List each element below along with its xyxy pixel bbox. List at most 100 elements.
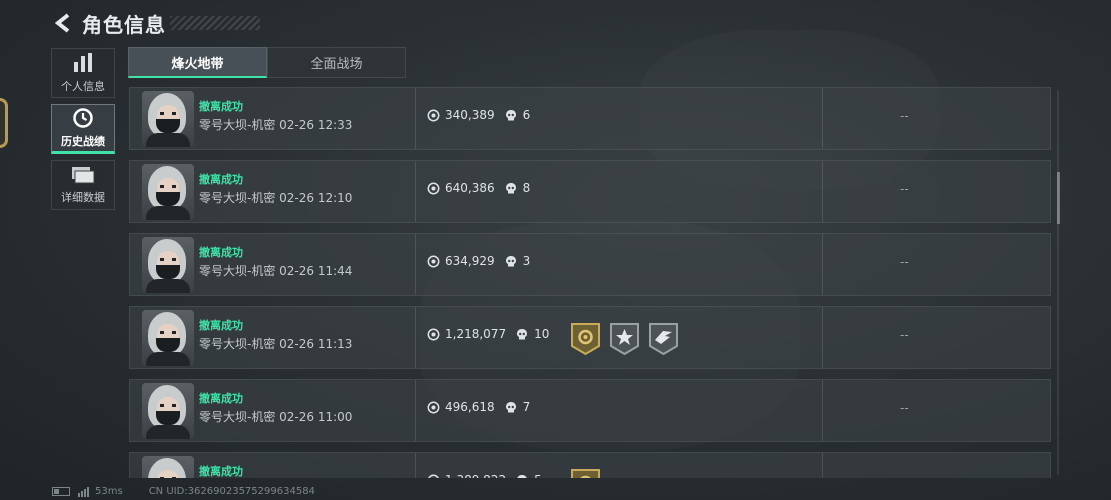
tab-operations[interactable]: 烽火地带 <box>128 47 267 78</box>
page-header: 角色信息 <box>52 8 260 38</box>
value-text: 1,389,822 <box>445 473 506 478</box>
column-divider <box>822 380 823 441</box>
column-divider <box>415 453 416 478</box>
avatar <box>142 456 194 478</box>
status-text: 撤离成功 <box>199 465 243 478</box>
scrollbar-thumb[interactable] <box>1057 172 1060 224</box>
column-divider <box>415 88 416 149</box>
column-divider <box>822 307 823 368</box>
scrollbar-track[interactable] <box>1057 90 1059 475</box>
coin-icon <box>427 109 440 121</box>
kill-count: 3 <box>505 254 531 268</box>
ping-text: 53ms <box>95 486 123 497</box>
extra-value: -- <box>900 182 909 196</box>
tab-warfare[interactable]: 全面战场 <box>267 47 406 78</box>
battery-icon <box>52 487 70 496</box>
avatar <box>142 310 194 366</box>
silver-star-medal-icon[interactable] <box>609 322 640 356</box>
status-text: 撤离成功 <box>199 100 243 113</box>
extra-value: -- <box>900 255 909 269</box>
kills-text: 10 <box>534 327 550 341</box>
record-row[interactable]: 撤离成功 零号大坝-机密 02-26 11:00 496,618 7 -- <box>129 379 1051 442</box>
skull-icon <box>505 401 516 412</box>
status-footer: 53ms CN UID:36269023575299634584 <box>52 486 315 497</box>
value-text: 1,218,077 <box>445 327 507 341</box>
silver-wings-medal-icon[interactable] <box>648 322 679 356</box>
status-text: 撤离成功 <box>199 319 243 332</box>
record-row[interactable]: 撤离成功 1,389,822 5 -- <box>129 452 1051 478</box>
column-divider <box>822 453 823 478</box>
skull-icon <box>517 474 527 478</box>
loot-value: 1,389,822 5 <box>427 473 542 478</box>
map-and-time: 零号大坝-机密 02-26 11:44 <box>199 264 353 278</box>
loot-value: 640,386 8 <box>427 181 530 195</box>
coin-icon <box>427 474 440 478</box>
record-row[interactable]: 撤离成功 零号大坝-机密 02-26 12:33 340,389 6 -- <box>129 87 1051 150</box>
kill-count: 10 <box>516 327 549 341</box>
sidebar-item-details[interactable]: 详细数据 <box>51 160 115 210</box>
loot-value: 496,618 7 <box>427 400 530 414</box>
history-clock-icon <box>73 108 93 128</box>
sidebar-item-personal-info[interactable]: 个人信息 <box>51 48 115 98</box>
value-text: 496,618 <box>445 400 495 414</box>
extra-value: -- <box>900 401 909 415</box>
gold-medal-icon[interactable] <box>570 322 601 356</box>
kill-count: 7 <box>505 400 531 414</box>
match-history-list: 撤离成功 零号大坝-机密 02-26 12:33 340,389 6 -- 撤离… <box>129 87 1052 478</box>
column-divider <box>415 161 416 222</box>
kills-text: 8 <box>522 181 531 195</box>
loot-value: 634,929 3 <box>427 254 530 268</box>
avatar <box>142 91 194 147</box>
mode-tabs: 烽火地带 全面战场 <box>128 47 406 78</box>
column-divider <box>415 307 416 368</box>
kills-text: 6 <box>522 108 531 122</box>
column-divider <box>822 161 823 222</box>
avatar <box>142 383 194 439</box>
sidebar-item-label: 详细数据 <box>61 191 105 204</box>
page-title: 角色信息 <box>82 12 166 37</box>
status-text: 撤离成功 <box>199 392 243 405</box>
sidebar-item-label: 个人信息 <box>61 80 105 93</box>
column-divider <box>822 88 823 149</box>
map-and-time: 零号大坝-机密 02-26 12:33 <box>199 118 353 132</box>
extra-value: -- <box>900 474 909 478</box>
value-text: 640,386 <box>445 181 495 195</box>
map-and-time: 零号大坝-机密 02-26 11:00 <box>199 410 353 424</box>
medal-list <box>570 322 679 356</box>
bar-chart-icon <box>74 53 92 72</box>
coin-icon <box>427 255 440 267</box>
skull-icon <box>505 109 516 120</box>
medal-list <box>570 468 601 478</box>
record-row[interactable]: 撤离成功 零号大坝-机密 02-26 11:44 634,929 3 -- <box>129 233 1051 296</box>
value-text: 634,929 <box>445 254 495 268</box>
kills-text: 7 <box>522 400 531 414</box>
gold-medal-icon[interactable] <box>570 468 601 478</box>
sidebar-item-history[interactable]: 历史战绩 <box>51 104 115 154</box>
avatar <box>142 237 194 293</box>
kill-count: 6 <box>505 108 531 122</box>
map-and-time: 零号大坝-机密 02-26 11:13 <box>199 337 353 351</box>
kill-count: 5 <box>516 473 542 478</box>
sidebar: 个人信息 历史战绩 详细数据 <box>51 48 115 216</box>
map-and-time: 零号大坝-机密 02-26 12:10 <box>199 191 353 205</box>
record-row[interactable]: 撤离成功 零号大坝-机密 02-26 11:13 1,218,077 10 -- <box>129 306 1051 369</box>
coin-icon <box>427 328 440 340</box>
kills-text: 5 <box>534 473 542 478</box>
kills-text: 3 <box>522 254 531 268</box>
status-text: 撤离成功 <box>199 246 243 259</box>
record-row[interactable]: 撤离成功 零号大坝-机密 02-26 12:10 640,386 8 -- <box>129 160 1051 223</box>
avatar <box>142 164 194 220</box>
signal-icon <box>78 486 89 497</box>
coin-icon <box>427 182 440 194</box>
skull-icon <box>517 328 528 339</box>
loot-value: 1,218,077 10 <box>427 327 549 341</box>
side-badge-icon <box>0 98 8 148</box>
status-text: 撤离成功 <box>199 173 243 186</box>
skull-icon <box>505 255 516 266</box>
sidebar-item-label: 历史战绩 <box>61 135 105 148</box>
value-text: 340,389 <box>445 108 495 122</box>
column-divider <box>822 234 823 295</box>
back-arrow-icon[interactable] <box>52 12 74 34</box>
coin-icon <box>427 401 440 413</box>
folder-icon <box>72 167 95 184</box>
